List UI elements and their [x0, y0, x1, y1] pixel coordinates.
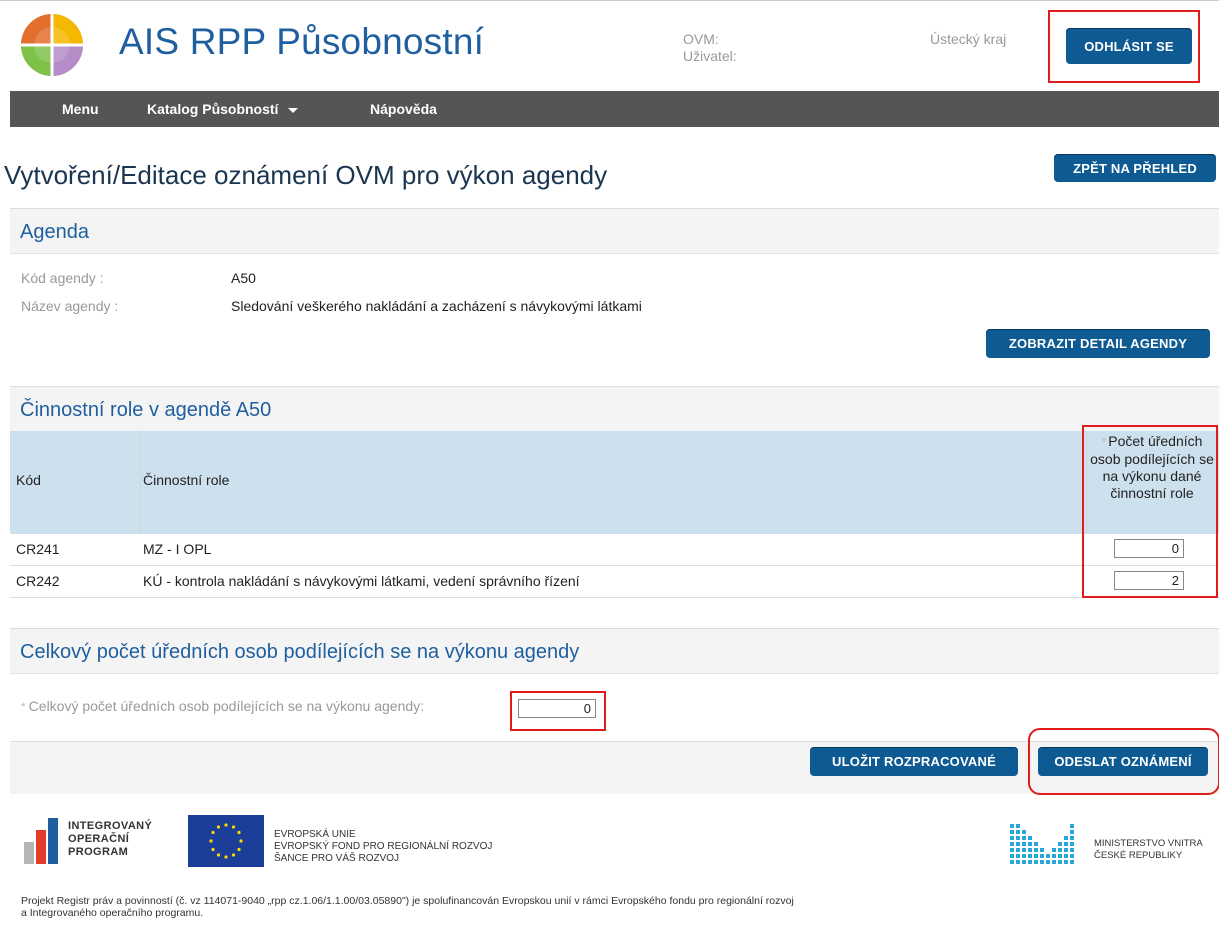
page-title: Vytvoření/Editace oznámení OVM pro výkon…	[4, 160, 608, 190]
iop-logo: INTEGROVANÝ OPERAČNÍ PROGRAM	[24, 818, 174, 864]
app-title: AIS RPP Působnostní	[119, 21, 485, 62]
role-name-cell: MZ - I OPL	[143, 541, 212, 557]
mv-logo-icon	[1010, 818, 1082, 870]
eu-line1: EVROPSKÁ UNIE	[274, 829, 356, 840]
main-nav: Menu Katalog Působností Nápověda	[10, 91, 1219, 127]
user-label: Uživatel:	[683, 48, 737, 64]
app-logo-icon	[21, 14, 83, 76]
agenda-section-header: Agenda	[10, 208, 1219, 254]
eu-text: EVROPSKÁ UNIE EVROPSKÝ FOND PRO REGIONÁL…	[274, 829, 492, 865]
header-labels: OVM: Uživatel:	[683, 31, 737, 65]
footer-note: Projekt Registr práv a povinností (č. vz…	[21, 895, 1021, 919]
roles-section-header: Činnostní role v agendě A50	[10, 386, 1219, 432]
iop-line3: PROGRAM	[68, 846, 129, 858]
region-label: Ústecký kraj	[930, 31, 1007, 47]
table-row: CR241 MZ - I OPL 0	[10, 534, 1219, 566]
agenda-code-label: Kód agendy :	[21, 270, 104, 286]
agenda-section-title: Agenda	[20, 221, 89, 243]
total-field-label-text: Celkový počet úředních osob podílejících…	[28, 698, 425, 714]
nav-item-napoveda[interactable]: Nápověda	[370, 101, 437, 117]
col-header-code: Kód	[16, 472, 41, 488]
eu-line2: EVROPSKÝ FOND PRO REGIONÁLNÍ ROZVOJ	[274, 841, 493, 852]
highlight-send-notice	[1028, 728, 1219, 795]
footer-note-line1: Projekt Registr práv a povinností (č. vz…	[21, 895, 794, 907]
agenda-name-label: Název agendy :	[21, 298, 119, 314]
highlight-role-counts	[1082, 425, 1218, 598]
back-to-overview-button[interactable]: ZPĚT NA PŘEHLED	[1054, 154, 1216, 182]
nav-item-menu[interactable]: Menu	[62, 101, 99, 117]
save-draft-button[interactable]: ULOŽIT ROZPRACOVANÉ	[810, 747, 1018, 776]
nav-item-katalog[interactable]: Katalog Působností	[147, 101, 299, 117]
agenda-code-value: A50	[231, 270, 256, 286]
roles-table-header: Kód Činnostní role * Počet úředních osob …	[10, 431, 1219, 534]
eu-line3: ŠANCE PRO VÁŠ ROZVOJ	[274, 853, 400, 864]
role-name-cell: KÚ - kontrola nakládání s návykovými lát…	[143, 573, 580, 589]
total-section-title: Celkový počet úředních osob podílejících…	[20, 641, 580, 663]
role-code-cell: CR242	[16, 573, 60, 589]
total-field-label: * Celkový počet úředních osob podílejícíc…	[21, 698, 424, 714]
col-header-role: Činnostní role	[143, 472, 230, 488]
show-agenda-detail-button[interactable]: ZOBRAZIT DETAIL AGENDY	[986, 329, 1210, 358]
iop-line2: OPERAČNÍ	[68, 833, 130, 845]
table-row: CR242 KÚ - kontrola nakládání s návykový…	[10, 566, 1219, 598]
eu-flag-icon	[188, 815, 264, 867]
highlight-total-count	[510, 691, 606, 731]
chevron-down-icon	[288, 107, 299, 113]
mv-text: MINISTERSTVO VNITRA ČESKÉ REPUBLIKY	[1094, 838, 1203, 862]
app-header: AIS RPP Působnostní OVM: Uživatel: Ústec…	[0, 0, 1219, 91]
total-section-header: Celkový počet úředních osob podílejících…	[10, 628, 1219, 674]
roles-section-title: Činnostní role v agendě A50	[20, 399, 272, 421]
footer-note-line2: a Integrovaného operačního programu.	[21, 907, 204, 919]
nav-item-katalog-label: Katalog Působností	[147, 101, 279, 117]
required-mark: *	[21, 700, 26, 714]
iop-line1: INTEGROVANÝ	[68, 820, 153, 832]
highlight-logout	[1048, 10, 1200, 83]
role-code-cell: CR241	[16, 541, 60, 557]
ovm-label: OVM:	[683, 31, 719, 47]
mv-line1: MINISTERSTVO VNITRA	[1094, 838, 1203, 849]
mv-line2: ČESKÉ REPUBLIKY	[1094, 850, 1183, 861]
agenda-name-value: Sledování veškerého nakládání a zacházen…	[231, 298, 642, 314]
